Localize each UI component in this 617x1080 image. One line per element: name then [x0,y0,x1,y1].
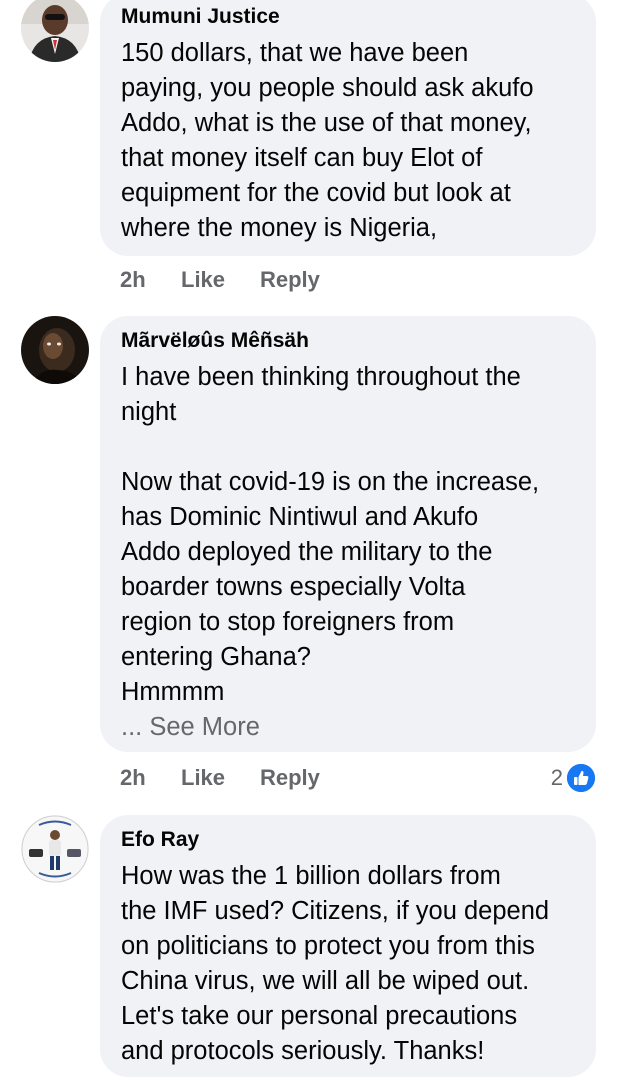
profile-photo-man-suit-icon[interactable] [21,0,89,62]
comment-text: How was the 1 billion dollars from the I… [121,862,550,1065]
profile-photo-man-standing-icon[interactable] [21,815,89,883]
reply-button[interactable]: Reply [260,763,320,793]
profile-photo-dark-portrait-icon[interactable] [21,316,89,384]
see-more-link[interactable]: ... See More [121,710,582,745]
reply-button[interactable]: Reply [260,265,320,295]
comment-bubble: Mumuni Justice 150 dollars, that we have… [100,0,596,256]
comment-author[interactable]: Mumuni Justice [121,4,582,30]
comment-author[interactable]: Mãrvëløûs Mêñsäh [121,328,582,354]
like-button[interactable]: Like [181,265,225,295]
comment-bubble: Mãrvëløûs Mêñsäh I have been thinking th… [100,316,596,752]
reaction-count: 2 [550,765,563,790]
comment-feed: Mumuni Justice 150 dollars, that we have… [0,0,617,1080]
comment-text: 150 dollars, that we have been paying, y… [121,39,534,242]
like-reaction-icon [565,762,597,794]
comment-timestamp[interactable]: 2h [120,265,146,295]
comment-text: I have been thinking throughout the nigh… [121,363,540,706]
comment-bubble: Efo Ray How was the 1 billion dollars fr… [100,815,596,1077]
like-button[interactable]: Like [181,763,225,793]
comment-author[interactable]: Efo Ray [121,827,582,853]
reaction-summary[interactable]: 2 [550,762,597,794]
comment-timestamp[interactable]: 2h [120,763,146,793]
